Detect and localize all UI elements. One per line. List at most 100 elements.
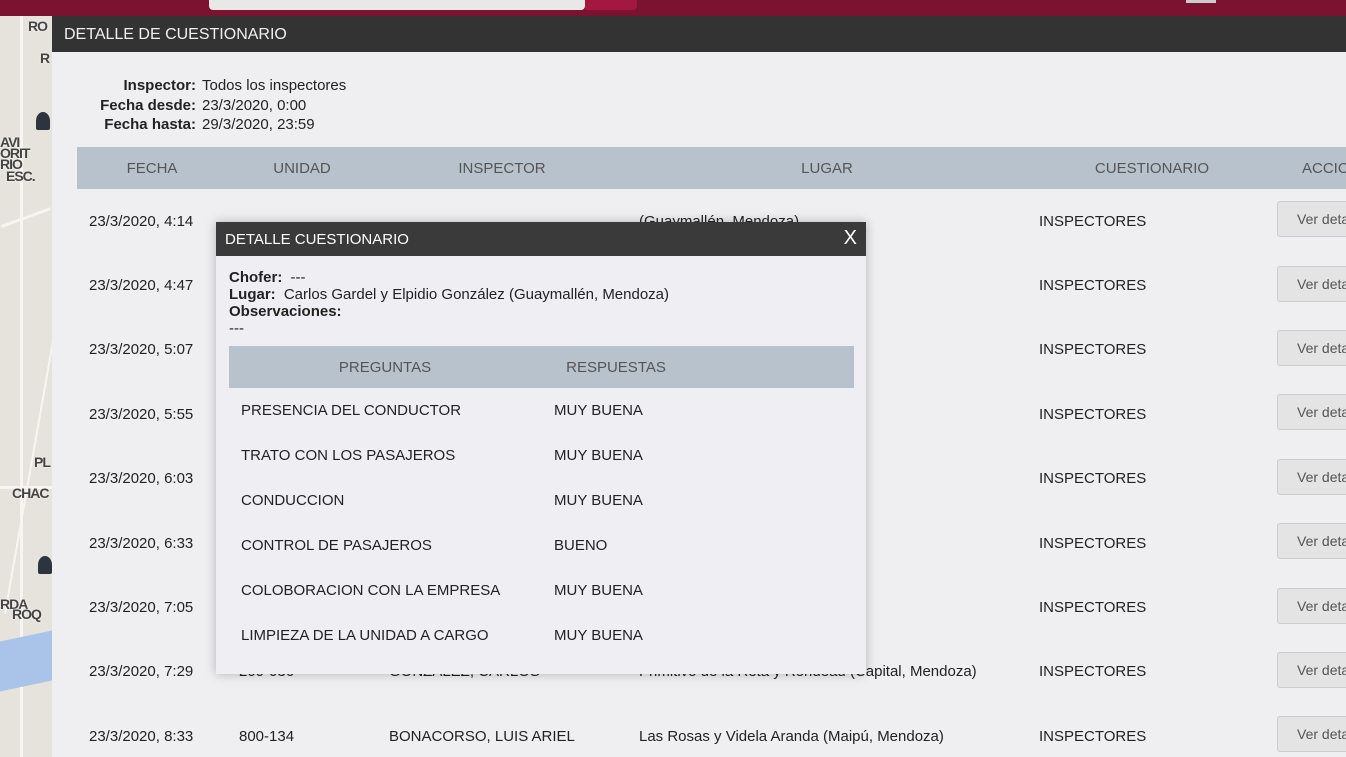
map-river: [0, 630, 52, 692]
answer-row: CONTROL DE PASAJEROS BUENO: [229, 523, 854, 568]
map-label: RO: [28, 18, 48, 34]
map-label: ESC.: [6, 168, 36, 184]
answers-table-body: PRESENCIA DEL CONDUCTOR MUY BUENA TRATO CO…: [229, 388, 854, 658]
map-marker-icon[interactable]: [36, 112, 50, 130]
cell-acciones: Ver detalle: [1277, 265, 1346, 306]
modal-body: Chofer: --- Lugar: Carlos Gardel y Elpid…: [216, 256, 866, 658]
lugar-label: Lugar:: [229, 286, 276, 303]
cell-fecha: 23/3/2020, 7:05: [89, 599, 194, 617]
lugar-value: Carlos Gardel y Elpidio González (Guayma…: [283, 286, 670, 303]
cell-acciones: Ver detalle: [1277, 651, 1346, 692]
filter-value: Todos los inspectores: [202, 77, 347, 95]
question-text: LIMPIEZA DE LA UNIDAD A CARGO: [241, 627, 489, 644]
cell-inspector: BONACORSO, LUIS ARIEL: [389, 727, 575, 745]
cell-cuestionario: INSPECTORES: [1039, 341, 1147, 359]
filter-summary: Inspector: Todos los inspectores Fecha d…: [52, 76, 346, 135]
modal-title: DETALLE CUESTIONARIO: [225, 231, 409, 248]
column-header-acciones[interactable]: ACCIONES: [1277, 160, 1346, 177]
cell-fecha: 23/3/2020, 6:33: [89, 534, 194, 552]
answers-table-header: PREGUNTAS RESPUESTAS: [229, 346, 854, 388]
cell-cuestionario: INSPECTORES: [1039, 599, 1147, 617]
question-text: CONDUCCION: [241, 492, 345, 509]
ver-detalle-button[interactable]: Ver detalle: [1277, 394, 1346, 431]
answer-text: MUY BUENA: [554, 402, 643, 419]
chofer-label: Chofer:: [229, 269, 283, 286]
cell-acciones: Ver detalle: [1277, 587, 1346, 628]
cell-cuestionario: INSPECTORES: [1039, 727, 1147, 745]
cell-unidad: 800-134: [239, 727, 295, 745]
ver-detalle-button[interactable]: Ver detalle: [1277, 587, 1346, 624]
cell-fecha: 23/3/2020, 7:29: [89, 663, 194, 681]
map-marker-icon[interactable]: [38, 556, 52, 574]
column-header-fecha[interactable]: FECHA: [77, 160, 227, 177]
search-input[interactable]: [209, 0, 585, 10]
answer-row: LIMPIEZA DE LA UNIDAD A CARGO MUY BUENA: [229, 613, 854, 658]
cell-lugar: Las Rosas y Videla Aranda (Maipú, Mendoz…: [639, 727, 944, 745]
cell-fecha: 23/3/2020, 5:55: [89, 405, 194, 423]
answer-row: PRESENCIA DEL CONDUCTOR MUY BUENA: [229, 388, 854, 433]
filter-date-from: Fecha desde: 23/3/2020, 0:00: [52, 96, 346, 116]
ver-detalle-button[interactable]: Ver detalle: [1277, 716, 1346, 753]
observaciones-value: ---: [229, 320, 244, 337]
answer-text: MUY BUENA: [554, 627, 643, 644]
ver-detalle-button[interactable]: Ver detalle: [1277, 201, 1346, 238]
cell-acciones: Ver detalle: [1277, 329, 1346, 370]
column-header-lugar[interactable]: LUGAR: [627, 160, 1027, 177]
modal-header: DETALLE CUESTIONARIO X: [216, 222, 866, 256]
ver-detalle-button[interactable]: Ver detalle: [1277, 265, 1346, 302]
cell-cuestionario: INSPECTORES: [1039, 534, 1147, 552]
question-text: CONTROL DE PASAJEROS: [241, 537, 432, 554]
cell-fecha: 23/3/2020, 4:47: [89, 277, 194, 295]
map-view[interactable]: RO R AVI ORIT RIO ESC. PL CHAC RDA ROQ: [0, 16, 52, 757]
cell-cuestionario: INSPECTORES: [1039, 277, 1147, 295]
map-label: PL: [34, 454, 51, 470]
chofer-line: Chofer: ---: [229, 269, 854, 286]
ver-detalle-button[interactable]: Ver detalle: [1277, 458, 1346, 495]
ver-detalle-button[interactable]: Ver detalle: [1277, 329, 1346, 366]
filter-label: Fecha hasta:: [104, 116, 196, 134]
observaciones-line: Observaciones:: [229, 303, 854, 320]
cell-cuestionario: INSPECTORES: [1039, 212, 1147, 230]
answers-table: PREGUNTAS RESPUESTAS PRESENCIA DEL CONDU…: [229, 346, 854, 658]
cell-fecha: 23/3/2020, 5:07: [89, 341, 194, 359]
top-bar: [0, 0, 1346, 16]
map-label: CHAC: [12, 485, 49, 501]
question-text: PRESENCIA DEL CONDUCTOR: [241, 402, 462, 419]
answer-row: CONDUCCION MUY BUENA: [229, 478, 854, 523]
panel-title: DETALLE DE CUESTIONARIO: [52, 16, 1346, 52]
column-header-cuestionario[interactable]: CUESTIONARIO: [1027, 160, 1277, 177]
question-text: TRATO CON LOS PASAJEROS: [241, 447, 456, 464]
map-label: R: [40, 50, 50, 66]
cell-fecha: 23/3/2020, 8:33: [89, 727, 194, 745]
cell-cuestionario: INSPECTORES: [1039, 470, 1147, 488]
filter-value: 23/3/2020, 0:00: [202, 96, 307, 114]
lugar-line: Lugar: Carlos Gardel y Elpidio González …: [229, 286, 854, 303]
cell-cuestionario: INSPECTORES: [1039, 663, 1147, 681]
cell-fecha: 23/3/2020, 4:14: [89, 212, 194, 230]
search-button[interactable]: [585, 0, 637, 10]
close-button[interactable]: X: [844, 222, 857, 254]
table-row: 23/3/2020, 8:33 800-134 BONACORSO, LUIS AR…: [77, 704, 1346, 757]
cell-acciones: Ver detalle: [1277, 458, 1346, 499]
filter-inspector: Inspector: Todos los inspectores: [52, 76, 346, 96]
column-header-inspector[interactable]: INSPECTOR: [377, 160, 627, 177]
ver-detalle-button[interactable]: Ver detalle: [1277, 651, 1346, 688]
answer-text: MUY BUENA: [554, 447, 643, 464]
answer-row: TRATO CON LOS PASAJEROS MUY BUENA: [229, 433, 854, 478]
filter-label: Inspector:: [123, 77, 196, 95]
cell-cuestionario: INSPECTORES: [1039, 405, 1147, 423]
column-header-respuestas: RESPUESTAS: [566, 358, 666, 376]
table-header: FECHA UNIDAD INSPECTOR LUGAR CUESTIONARI…: [77, 147, 1346, 189]
cell-acciones: Ver detalle: [1277, 201, 1346, 241]
chofer-value: ---: [290, 269, 306, 286]
detail-modal: DETALLE CUESTIONARIO X Chofer: --- Lugar…: [216, 222, 866, 674]
cell-fecha: 23/3/2020, 6:03: [89, 470, 194, 488]
cell-acciones: Ver detalle: [1277, 523, 1346, 563]
answer-text: BUENO: [554, 537, 608, 554]
user-menu-button[interactable]: [1186, 0, 1216, 3]
column-header-unidad[interactable]: UNIDAD: [227, 160, 377, 177]
map-label: ROQ: [12, 606, 42, 622]
ver-detalle-button[interactable]: Ver detalle: [1277, 523, 1346, 560]
answer-row: COLOBORACION CON LA EMPRESA MUY BUENA: [229, 568, 854, 613]
question-text: COLOBORACION CON LA EMPRESA: [241, 582, 501, 599]
